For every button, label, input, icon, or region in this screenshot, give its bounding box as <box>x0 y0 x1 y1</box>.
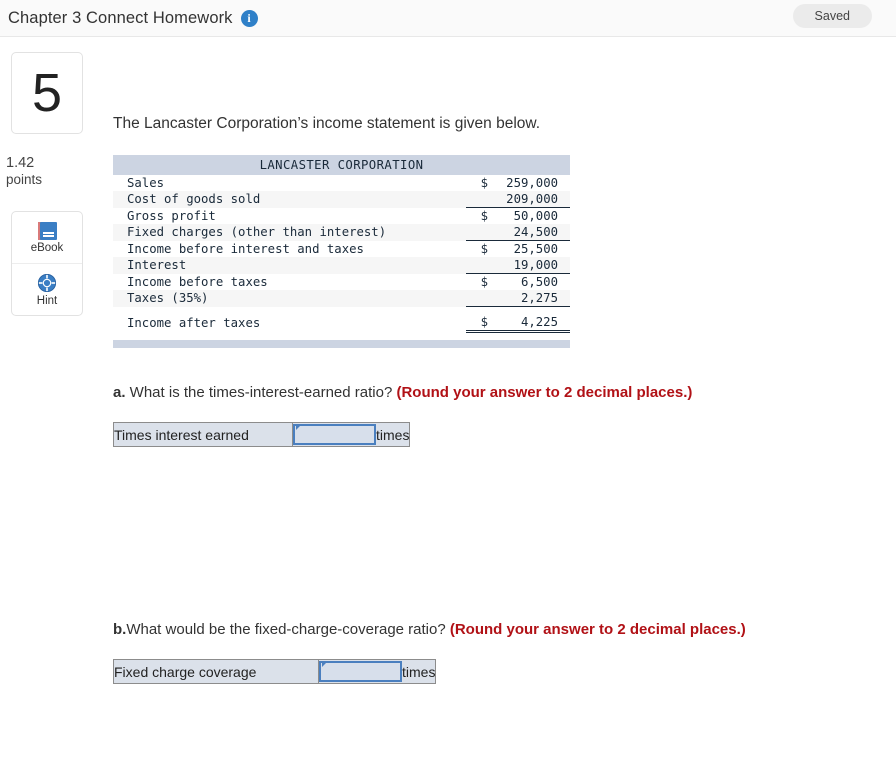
row-currency: $ <box>466 175 490 191</box>
row-label: Taxes (35%) <box>113 290 466 307</box>
question-a-body: What is the times-interest-earned ratio? <box>125 384 397 401</box>
row-currency: $ <box>466 273 490 290</box>
question-b-block: b.What would be the fixed-charge-coverag… <box>113 621 896 684</box>
hint-button[interactable]: Hint <box>12 263 82 315</box>
page-title: Chapter 3 Connect Homework <box>8 8 233 27</box>
row-label: Interest <box>113 257 466 274</box>
question-prompt: The Lancaster Corporation’s income state… <box>113 115 541 132</box>
table-row: Interest 19,000 <box>113 257 570 274</box>
statement-footer-bar <box>113 340 570 348</box>
question-content: The Lancaster Corporation’s income state… <box>113 36 896 684</box>
question-a-label: a. <box>113 384 126 401</box>
row-label: Sales <box>113 175 466 191</box>
row-label: Fixed charges (other than interest) <box>113 224 466 241</box>
row-label: Income before interest and taxes <box>113 240 466 257</box>
info-icon[interactable]: i <box>240 9 258 27</box>
ebook-button[interactable]: eBook <box>12 212 82 263</box>
life-ring-icon <box>37 273 57 293</box>
table-row: Sales $ 259,000 <box>113 175 570 191</box>
points-value: 1.42 <box>6 155 35 171</box>
row-amount: 259,000 <box>490 175 570 191</box>
book-icon <box>37 221 57 240</box>
table-row: Income before interest and taxes $ 25,50… <box>113 240 570 257</box>
table-row: Income before taxes $ 6,500 <box>113 273 570 290</box>
tool-buttons-box: eBook Hint <box>11 211 83 316</box>
row-amount: 25,500 <box>490 240 570 257</box>
fixed-charge-coverage-input[interactable] <box>319 661 402 682</box>
row-currency <box>466 224 490 241</box>
row-amount: 50,000 <box>490 207 570 224</box>
row-label: Income after taxes <box>113 314 466 332</box>
row-label: Income before taxes <box>113 273 466 290</box>
row-currency <box>466 191 490 208</box>
question-b-label: b. <box>113 621 127 638</box>
answer-a-unit: times <box>376 426 410 443</box>
row-amount: 4,225 <box>490 314 570 333</box>
row-currency: $ <box>466 240 490 257</box>
question-sidebar: 5 1.42 points eBook Hint <box>0 36 100 316</box>
statement-title-row: LANCASTER CORPORATION <box>113 155 570 175</box>
row-amount: 24,500 <box>490 224 570 241</box>
hint-label: Hint <box>36 294 58 307</box>
question-a-text: a. What is the times-interest-earned rat… <box>113 384 896 401</box>
question-number-box: 5 <box>11 52 83 134</box>
row-currency <box>466 257 490 274</box>
answer-table-a: Times interest earned times <box>113 422 411 447</box>
status-badge-saved: Saved <box>792 4 872 28</box>
row-label: Gross profit <box>113 207 466 224</box>
row-amount: 209,000 <box>490 191 570 208</box>
points-block: 1.42 points <box>6 154 100 189</box>
question-b-note: (Round your answer to 2 decimal places.) <box>449 621 746 638</box>
question-number: 5 <box>31 63 63 123</box>
table-row: Gross profit $ 50,000 <box>113 207 570 224</box>
table-row: Fixed charges (other than interest) 24,5… <box>113 224 570 241</box>
row-amount: 2,275 <box>490 290 570 307</box>
top-header-bar: Chapter 3 Connect Homework i Saved <box>0 0 896 37</box>
income-statement-table: LANCASTER CORPORATION Sales $ 259,000 Co… <box>113 155 570 348</box>
answer-a-label: Times interest earned <box>113 422 293 447</box>
row-amount: 6,500 <box>490 273 570 290</box>
points-label: points <box>6 172 43 188</box>
answer-row-b: Fixed charge coverage times <box>113 659 436 684</box>
question-a-block: a. What is the times-interest-earned rat… <box>113 384 896 447</box>
answer-b-cell[interactable] <box>319 660 402 684</box>
question-b-text: b.What would be the fixed-charge-coverag… <box>113 621 896 638</box>
answer-b-unit: times <box>402 663 436 680</box>
row-currency: $ <box>466 314 490 333</box>
answer-a-cell[interactable] <box>293 423 376 447</box>
question-a-note: (Round your answer to 2 decimal places.) <box>396 384 693 401</box>
ebook-label: eBook <box>30 241 64 254</box>
row-currency: $ <box>466 207 490 224</box>
question-b-body: What would be the fixed-charge-coverage … <box>126 621 450 638</box>
spacer-row <box>113 331 570 340</box>
answer-b-label: Fixed charge coverage <box>113 659 319 684</box>
answer-table-b: Fixed charge coverage times <box>113 659 437 684</box>
table-row: Taxes (35%) 2,275 <box>113 290 570 307</box>
row-currency <box>466 290 490 307</box>
answer-row-a: Times interest earned times <box>113 422 410 447</box>
table-row-total: Income after taxes $ 4,225 <box>113 314 570 333</box>
row-label: Cost of goods sold <box>113 191 466 208</box>
statement-title: LANCASTER CORPORATION <box>113 155 570 175</box>
spacer-row <box>113 306 570 314</box>
table-row: Cost of goods sold 209,000 <box>113 191 570 208</box>
times-interest-earned-input[interactable] <box>293 424 376 445</box>
row-amount: 19,000 <box>490 257 570 274</box>
